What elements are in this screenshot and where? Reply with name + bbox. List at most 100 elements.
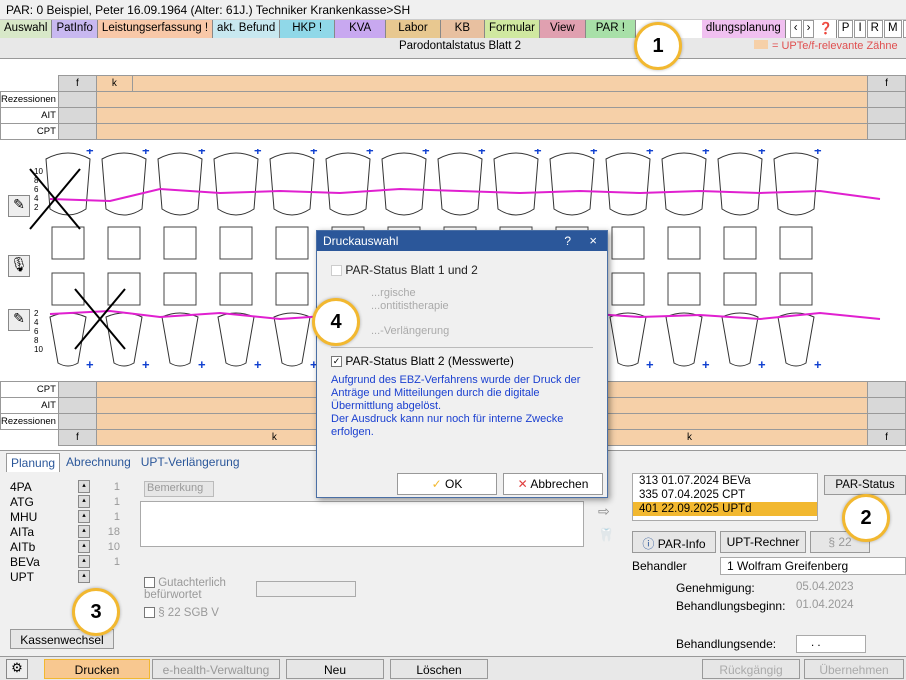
history-list[interactable]: 313 01.07.2024 BEVa 335 07.04.2025 CPT 4… xyxy=(632,473,818,521)
plus-marker: + xyxy=(702,149,710,158)
planning-value[interactable]: 1 xyxy=(90,481,120,493)
tooth-upper[interactable] xyxy=(101,152,147,260)
nav-right-icon[interactable]: › xyxy=(802,20,815,38)
tooth-upper[interactable] xyxy=(213,152,259,260)
tooth-lower[interactable] xyxy=(161,272,199,367)
planning-row: ATG ▴ 1 xyxy=(10,494,130,509)
tab-leistungserfassung[interactable]: Leistungserfassung ! xyxy=(97,20,214,38)
beginn-label: Behandlungsbeginn: xyxy=(676,599,786,613)
nav-button-m[interactable]: M xyxy=(883,20,902,38)
upt-rechner-button[interactable]: UPT-Rechner xyxy=(720,531,806,553)
tab-auswahl[interactable]: Auswahl xyxy=(0,20,53,38)
planning-value[interactable]: 10 xyxy=(90,541,120,553)
history-item-selected[interactable]: 401 22.09.2025 UPTd xyxy=(633,502,817,516)
tooth-upper[interactable] xyxy=(605,152,651,260)
tab-planung[interactable]: Planung xyxy=(6,453,61,472)
gutachten-date-field[interactable] xyxy=(256,581,356,597)
stepper-icon[interactable]: ▴ xyxy=(78,555,90,568)
tab-akt-befund[interactable]: akt. Befund xyxy=(213,20,281,38)
planning-value[interactable]: 1 xyxy=(90,511,120,523)
plus-marker: + xyxy=(254,149,262,158)
microphone-icon[interactable]: 🎙 xyxy=(8,255,30,277)
tooth-lower[interactable] xyxy=(609,272,647,367)
window-title: PAR: 0 Beispiel, Peter 16.09.1964 (Alter… xyxy=(0,0,906,20)
stepper-icon[interactable]: ▴ xyxy=(78,540,90,553)
nav-button-p[interactable]: P xyxy=(837,20,854,38)
option-blatt1-2[interactable]: PAR-Status Blatt 1 und 2 xyxy=(331,263,593,277)
loeschen-button[interactable]: Löschen xyxy=(390,659,488,679)
tooth-lower[interactable] xyxy=(777,272,815,367)
tab-labor[interactable]: Labor xyxy=(386,20,441,38)
planning-value[interactable]: 18 xyxy=(90,526,120,538)
ende-date[interactable]: . . xyxy=(796,635,866,653)
tooth-upper[interactable] xyxy=(717,152,763,260)
tooth-icon[interactable]: 🦷 xyxy=(598,527,614,543)
plus-marker: + xyxy=(646,357,654,369)
history-item[interactable]: 335 07.04.2025 CPT xyxy=(633,488,817,502)
planning-value[interactable]: 1 xyxy=(90,556,120,568)
tab-formular[interactable]: Formular xyxy=(485,20,541,38)
nav-button-r[interactable]: R xyxy=(866,20,883,38)
help-icon[interactable]: ❓ xyxy=(815,20,837,38)
plus-marker: + xyxy=(478,149,486,158)
planning-row: AITa ▴ 18 xyxy=(10,524,130,539)
par-info-button[interactable]: ⓘ PAR-Info xyxy=(632,531,716,553)
tooth-upper[interactable] xyxy=(157,152,203,260)
tooth-lower[interactable] xyxy=(665,272,703,367)
genehmigung-date[interactable]: 05.04.2023 xyxy=(796,581,854,593)
stepper-icon[interactable]: ▴ xyxy=(78,480,90,493)
tab-patinfo[interactable]: PatInfo xyxy=(52,20,98,38)
abbrechen-button[interactable]: ✕ Abbrechen xyxy=(503,473,603,495)
neu-button[interactable]: Neu xyxy=(286,659,384,679)
beginn-date[interactable]: 01.04.2024 xyxy=(796,599,854,611)
upper-letter-f-left: f xyxy=(57,75,97,92)
planning-row: AITb ▴ 10 xyxy=(10,539,130,554)
nav-button-i[interactable]: I xyxy=(854,20,866,38)
ehealth-button[interactable]: e-health-Verwaltung xyxy=(152,659,280,679)
legend-swatch xyxy=(754,40,768,49)
planning-value[interactable]: 1 xyxy=(90,496,120,508)
uebernehmen-button[interactable]: Übernehmen xyxy=(804,659,904,679)
behandler-label: Behandler xyxy=(632,559,687,573)
tab-hkp[interactable]: HKP ! xyxy=(280,20,336,38)
behandler-select[interactable]: 1 Wolfram Greifenberg xyxy=(720,557,906,575)
tab-view[interactable]: View xyxy=(540,20,586,38)
par-status-button[interactable]: PAR-Status xyxy=(824,475,906,495)
tab-upt-verlaengerung[interactable]: UPT-Verlängerung xyxy=(137,453,244,472)
plus-marker: + xyxy=(142,357,150,369)
tooth-upper[interactable] xyxy=(661,152,707,260)
tab-behandlungsplanung[interactable]: dlungsplanung xyxy=(701,20,786,38)
tab-par[interactable]: PAR ! xyxy=(585,20,636,38)
tooth-upper[interactable] xyxy=(773,152,819,260)
nav-button-c[interactable]: C xyxy=(902,20,906,38)
history-item[interactable]: 313 01.07.2024 BEVa xyxy=(633,474,817,488)
tooth-upper[interactable] xyxy=(269,152,315,260)
settings-gear-icon[interactable]: ⚙ xyxy=(6,659,28,679)
tooth-upper[interactable] xyxy=(45,152,91,260)
ok-button[interactable]: ✓ OK xyxy=(397,473,497,495)
tab-abrechnung[interactable]: Abrechnung xyxy=(62,453,135,472)
tooth-lower[interactable] xyxy=(105,272,143,367)
planning-row: 4PA ▴ 1 xyxy=(10,479,130,494)
tab-kva[interactable]: KVA xyxy=(335,20,387,38)
drucken-button[interactable]: Drucken xyxy=(44,659,150,679)
rueckgaengig-button[interactable]: Rückgängig xyxy=(702,659,800,679)
bemerkung-field[interactable] xyxy=(140,501,584,547)
option-blatt2-messwerte[interactable]: ✓ PAR-Status Blatt 2 (Messwerte) xyxy=(331,354,593,368)
dialog-close-icon[interactable]: × xyxy=(589,233,597,248)
stepper-icon[interactable]: ▴ xyxy=(78,510,90,523)
gutachterlich-checkbox[interactable]: Gutachterlich befürwortet xyxy=(144,577,254,601)
nav-left-icon[interactable]: ‹ xyxy=(789,20,802,38)
lower-letter-f-left: f xyxy=(57,429,97,446)
stepper-icon[interactable]: ▴ xyxy=(78,495,90,508)
sgb-checkbox[interactable]: § 22 SGB V xyxy=(144,607,219,619)
arrow-right-icon[interactable]: ⇨ xyxy=(598,503,610,520)
pencil-lower-icon[interactable]: ✎ xyxy=(8,309,30,331)
tooth-lower[interactable] xyxy=(49,272,87,367)
dialog-help-icon[interactable]: ? xyxy=(564,234,571,248)
stepper-icon[interactable]: ▴ xyxy=(78,525,90,538)
pencil-icon[interactable]: ✎ xyxy=(8,195,30,217)
tooth-lower[interactable] xyxy=(217,272,255,367)
stepper-icon[interactable]: ▴ xyxy=(78,570,90,583)
tab-kb[interactable]: KB xyxy=(440,20,485,38)
